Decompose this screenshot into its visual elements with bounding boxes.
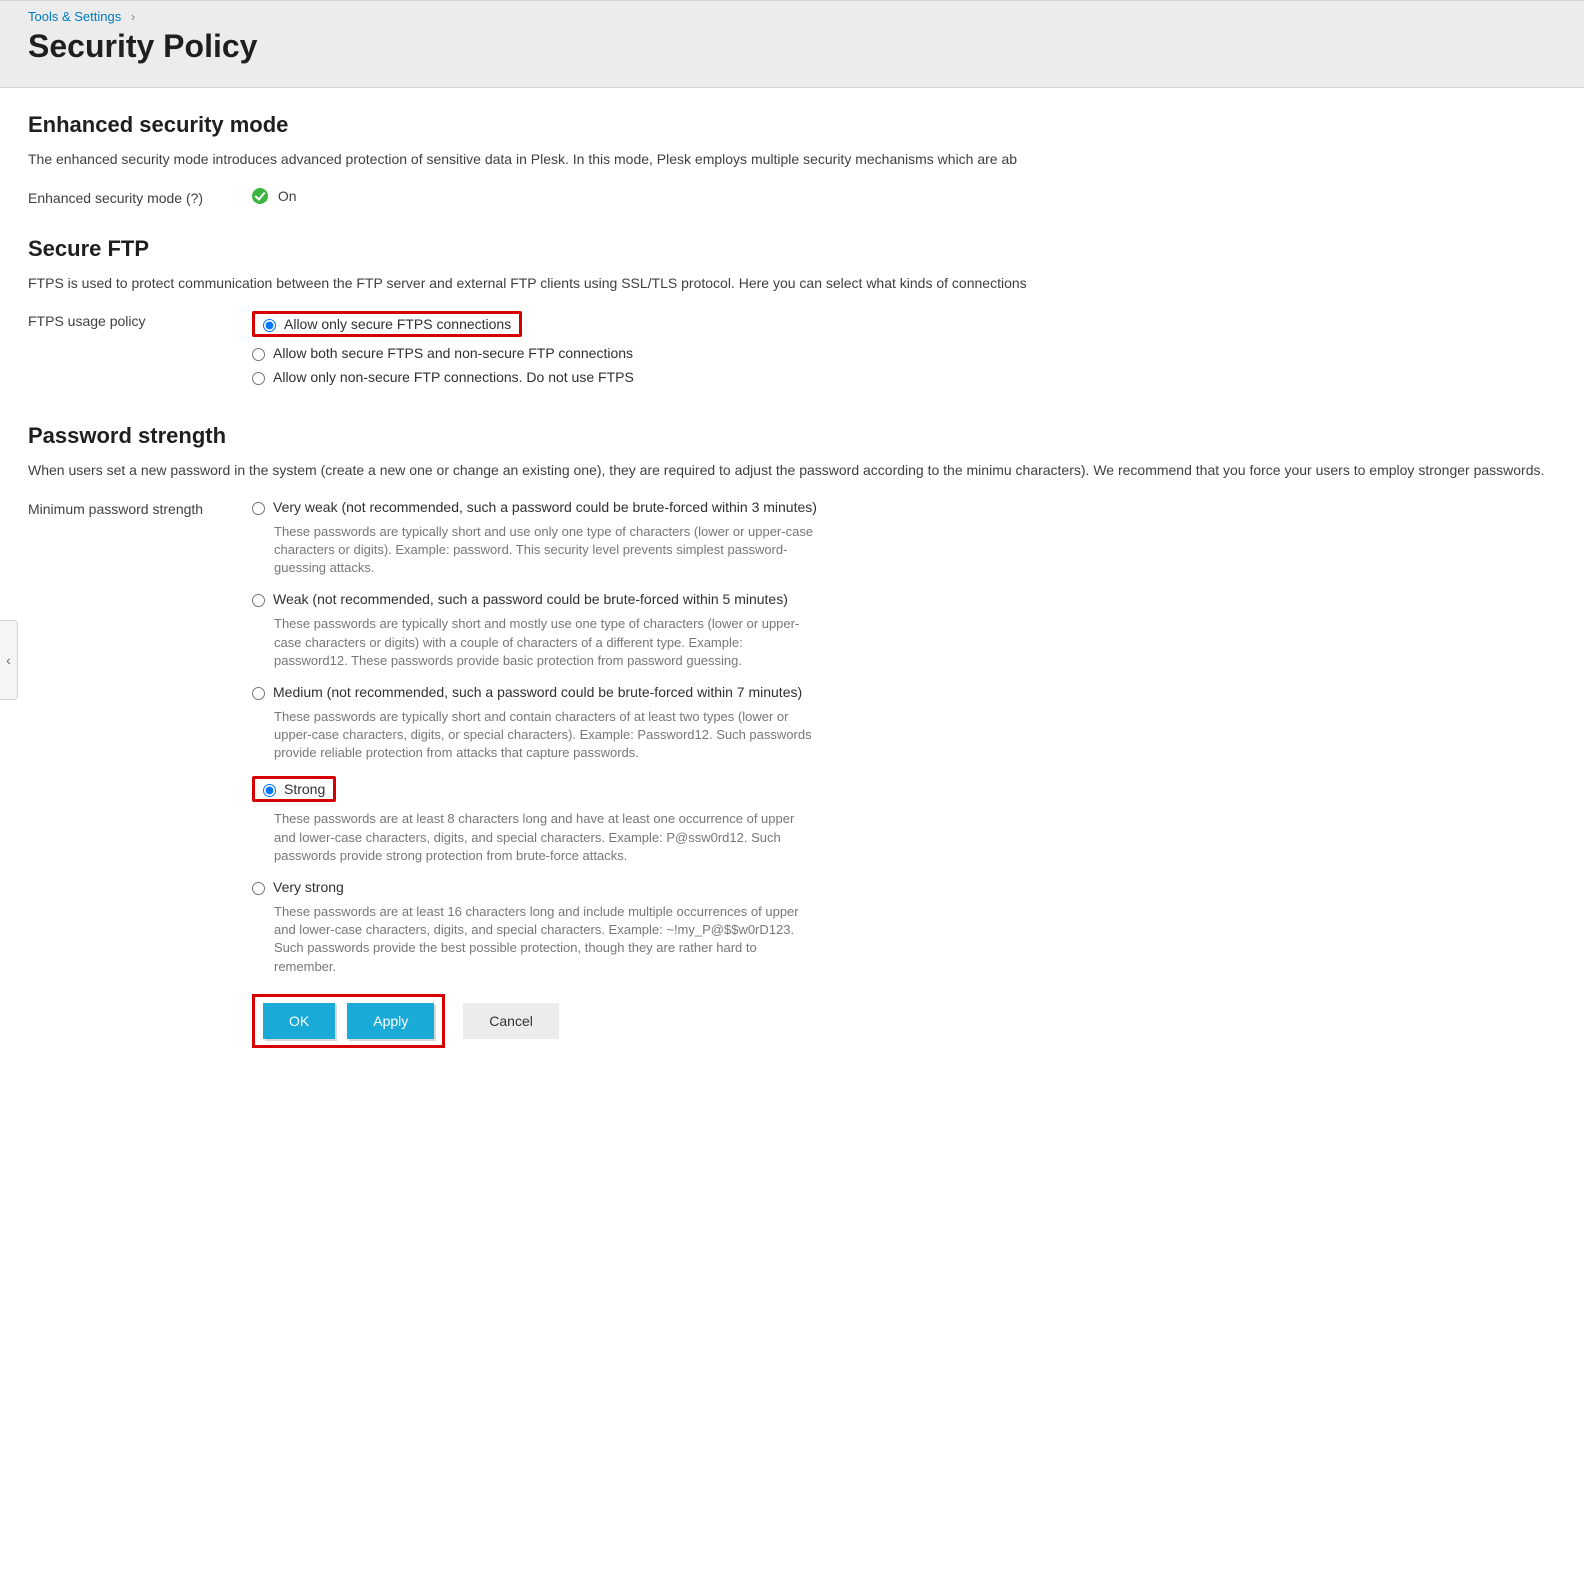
section-heading-password: Password strength <box>28 423 1556 449</box>
hint-pw-weak: These passwords are typically short and … <box>274 615 814 670</box>
label-ftps-policy: FTPS usage policy <box>28 311 252 329</box>
breadcrumb-link-tools-settings[interactable]: Tools & Settings <box>28 9 121 24</box>
radio-pw-very-weak[interactable] <box>252 502 265 515</box>
section-desc-ftp: FTPS is used to protect communication be… <box>28 274 1556 294</box>
label-min-password-strength: Minimum password strength <box>28 499 252 517</box>
cancel-button[interactable]: Cancel <box>463 1003 559 1039</box>
radio-ftps-secure-only[interactable] <box>263 319 276 332</box>
radio-pw-strong[interactable] <box>263 784 276 797</box>
radio-label-pw-strong: Strong <box>284 781 325 797</box>
radio-pw-medium[interactable] <box>252 687 265 700</box>
radio-label-ftps-none: Allow only non-secure FTP connections. D… <box>273 369 634 385</box>
hint-pw-very-weak: These passwords are typically short and … <box>274 523 814 578</box>
radio-label-ftps-secure-only: Allow only secure FTPS connections <box>284 316 511 332</box>
section-heading-ftp: Secure FTP <box>28 236 1556 262</box>
chevron-left-icon: ‹ <box>6 652 11 668</box>
radio-pw-weak[interactable] <box>252 594 265 607</box>
radio-label-pw-medium: Medium (not recommended, such a password… <box>273 684 802 700</box>
page-title: Security Policy <box>28 28 1556 65</box>
ok-button[interactable]: OK <box>263 1003 335 1039</box>
radio-label-pw-weak: Weak (not recommended, such a password c… <box>273 591 788 607</box>
radio-label-pw-very-weak: Very weak (not recommended, such a passw… <box>273 499 817 515</box>
apply-button[interactable]: Apply <box>347 1003 434 1039</box>
hint-pw-strong: These passwords are at least 8 character… <box>274 810 814 865</box>
hint-pw-medium: These passwords are typically short and … <box>274 708 814 763</box>
chevron-right-icon: › <box>131 9 135 24</box>
section-heading-enhanced: Enhanced security mode <box>28 112 1556 138</box>
check-circle-icon <box>252 188 268 204</box>
section-desc-password: When users set a new password in the sys… <box>28 461 1556 481</box>
breadcrumb: Tools & Settings › <box>28 9 1556 24</box>
radio-label-pw-very-strong: Very strong <box>273 879 344 895</box>
radio-pw-very-strong[interactable] <box>252 882 265 895</box>
radio-label-ftps-both: Allow both secure FTPS and non-secure FT… <box>273 345 633 361</box>
side-panel-toggle[interactable]: ‹ <box>0 620 18 700</box>
section-desc-enhanced: The enhanced security mode introduces ad… <box>28 150 1556 170</box>
enhanced-mode-status: On <box>278 188 297 204</box>
radio-ftps-both[interactable] <box>252 348 265 361</box>
label-enhanced-mode: Enhanced security mode (?) <box>28 188 252 206</box>
radio-ftps-none[interactable] <box>252 372 265 385</box>
hint-pw-very-strong: These passwords are at least 16 characte… <box>274 903 814 976</box>
